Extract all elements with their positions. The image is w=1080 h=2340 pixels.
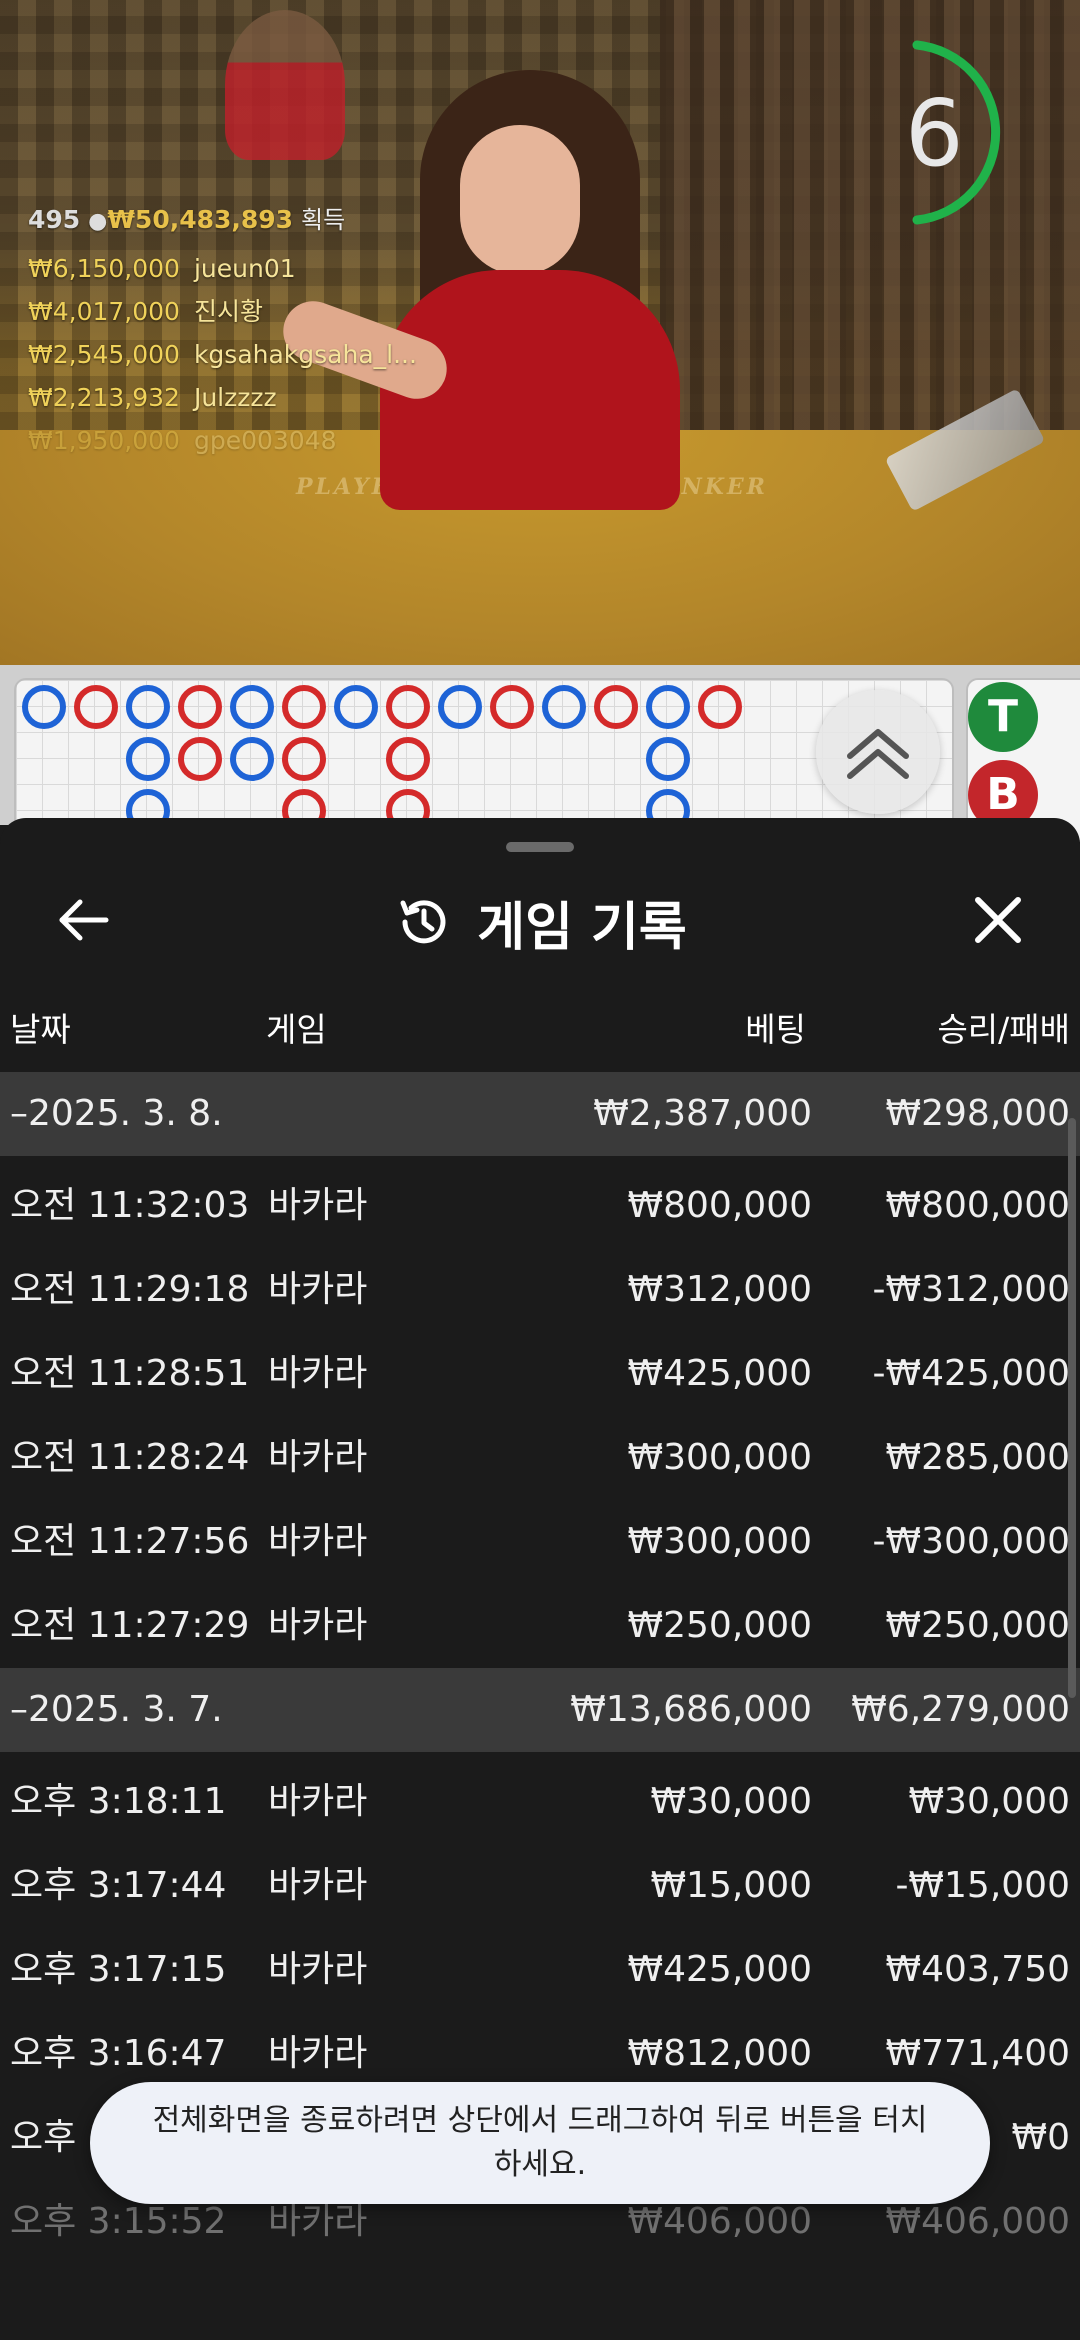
row-time: 오전 11:28:51 — [10, 1353, 250, 1394]
close-icon — [975, 897, 1021, 943]
row-game: 바카라 — [268, 1605, 368, 1646]
row-game: 바카라 — [268, 1353, 368, 1394]
winner-amount: ₩2,545,000 — [28, 340, 180, 369]
history-icon — [400, 900, 446, 944]
table-row[interactable]: 오전 11:28:24 바카라 ₩300,000 ₩285,000 — [0, 1416, 1080, 1500]
winner-row: ₩2,213,932 Julzzzz — [28, 376, 417, 419]
row-bet: ₩300,000 — [627, 1521, 812, 1562]
group-result-total: ₩298,000 — [885, 1093, 1070, 1134]
row-bet: ₩300,000 — [627, 1437, 812, 1478]
row-game: 바카라 — [268, 1521, 368, 1562]
row-bet: ₩800,000 — [627, 1185, 812, 1226]
expand-roadmap-button[interactable] — [816, 690, 940, 814]
row-game: 바카라 — [268, 1269, 368, 1310]
winner-name: gpe003048 — [193, 426, 337, 455]
row-result: ₩30,000 — [908, 1781, 1070, 1822]
row-result: -₩312,000 — [872, 1269, 1070, 1310]
row-bet: ₩425,000 — [627, 1949, 812, 1990]
row-result: -₩15,000 — [895, 1865, 1070, 1906]
winners-suffix: 획득 — [301, 206, 346, 234]
table-row[interactable]: 오전 11:27:29 바카라 ₩250,000 ₩250,000 — [0, 1584, 1080, 1668]
row-game: 바카라 — [268, 1185, 368, 1226]
table-row[interactable]: 오전 11:27:56 바카라 ₩300,000 -₩300,000 — [0, 1500, 1080, 1584]
row-bet: ₩250,000 — [627, 1605, 812, 1646]
row-time: 오후 — [10, 2117, 77, 2158]
row-result: ₩285,000 — [885, 1437, 1070, 1478]
close-button[interactable] — [966, 888, 1030, 952]
fullscreen-toast: 전체화면을 종료하려면 상단에서 드래그하여 뒤로 버튼을 터치하세요. — [90, 2082, 990, 2204]
group-bet-total: ₩2,387,000 — [593, 1093, 812, 1134]
tie-badge: T — [968, 682, 1038, 752]
winner-row: ₩6,150,000 jueun01 — [28, 247, 417, 290]
row-result: ₩403,750 — [885, 1949, 1070, 1990]
column-header-game[interactable]: 게임 — [266, 1002, 327, 1058]
winner-amount: ₩4,017,000 — [28, 297, 180, 326]
list-scrollbar[interactable] — [1068, 1118, 1076, 1698]
table-row[interactable]: 오후 3:17:15 바카라 ₩425,000 ₩403,750 — [0, 1928, 1080, 2012]
winner-name: 진시황 — [193, 297, 263, 326]
toast-message: 전체화면을 종료하려면 상단에서 드래그하여 뒤로 버튼을 터치하세요. — [152, 2103, 928, 2182]
row-result: -₩300,000 — [872, 1521, 1070, 1562]
group-date: –2025. 3. 8. — [10, 1093, 223, 1134]
background-dealer — [225, 10, 345, 160]
sheet-header: 게임 기록 — [0, 874, 1080, 970]
winner-name: jueun01 — [193, 254, 296, 283]
winner-row: ₩4,017,000 진시황 — [28, 290, 417, 333]
live-video: PLAYER BANKER 6 495 ●₩50,483,893 획득 ₩6,1… — [0, 0, 1080, 665]
column-header-bet[interactable]: 베팅 — [580, 1002, 806, 1058]
winners-count: 495 — [28, 205, 81, 234]
sheet-drag-handle[interactable] — [506, 842, 574, 852]
row-time: 오전 11:29:18 — [10, 1269, 250, 1310]
row-time: 오후 3:17:44 — [10, 1865, 227, 1906]
column-header-result[interactable]: 승리/패배 — [820, 1002, 1070, 1058]
group-date: –2025. 3. 7. — [10, 1689, 223, 1730]
row-bet: ₩425,000 — [627, 1353, 812, 1394]
winner-name: Julzzzz — [193, 383, 277, 412]
winner-amount: ₩2,213,932 — [28, 383, 180, 412]
row-result: ₩800,000 — [885, 1185, 1070, 1226]
chevron-double-up-icon — [847, 729, 909, 779]
table-row[interactable]: 오전 11:28:51 바카라 ₩425,000 -₩425,000 — [0, 1332, 1080, 1416]
winners-list: 495 ●₩50,483,893 획득 ₩6,150,000 jueun01 ₩4… — [28, 200, 417, 462]
table-row[interactable]: 오전 11:29:18 바카라 ₩312,000 -₩312,000 — [0, 1248, 1080, 1332]
row-bet: ₩312,000 — [627, 1269, 812, 1310]
table-row[interactable]: 오후 3:17:44 바카라 ₩15,000 -₩15,000 — [0, 1844, 1080, 1928]
winner-amount: ₩6,150,000 — [28, 254, 180, 283]
winner-name: kgsahakgsaha_l... — [193, 340, 417, 369]
bead-road-marks — [22, 685, 742, 833]
date-group-row[interactable]: –2025. 3. 8. ₩2,387,000 ₩298,000 — [0, 1072, 1080, 1156]
row-game: 바카라 — [268, 1865, 368, 1906]
row-game: 바카라 — [268, 1949, 368, 1990]
row-game: 바카라 — [268, 1437, 368, 1478]
row-time: 오후 3:17:15 — [10, 1949, 227, 1990]
row-time: 오전 11:27:29 — [10, 1605, 250, 1646]
date-group-row[interactable]: –2025. 3. 7. ₩13,686,000 ₩6,279,000 — [0, 1668, 1080, 1752]
row-result: ₩250,000 — [885, 1605, 1070, 1646]
winner-row: ₩2,545,000 kgsahakgsaha_l... — [28, 333, 417, 376]
column-header-date[interactable]: 날짜 — [10, 1002, 71, 1058]
row-time: 오전 11:28:24 — [10, 1437, 250, 1478]
row-result: -₩425,000 — [872, 1353, 1070, 1394]
table-row[interactable]: 오전 11:32:03 바카라 ₩800,000 ₩800,000 — [0, 1164, 1080, 1248]
winner-amount: ₩1,950,000 — [28, 426, 180, 455]
winner-row: ₩1,950,000 gpe003048 — [28, 419, 417, 462]
user-icon: ● — [88, 209, 108, 234]
row-time: 오전 11:32:03 — [10, 1185, 250, 1226]
row-time: 오후 3:18:11 — [10, 1781, 227, 1822]
group-result-total: ₩6,279,000 — [851, 1689, 1070, 1730]
countdown-number: 6 — [905, 80, 964, 187]
countdown-timer: 6 — [897, 40, 1037, 230]
sheet-title: 게임 기록 — [477, 897, 687, 958]
table-row[interactable]: 오후 3:18:11 바카라 ₩30,000 ₩30,000 — [0, 1760, 1080, 1844]
winners-total: ₩50,483,893 — [107, 205, 294, 234]
row-time: 오전 11:27:56 — [10, 1521, 250, 1562]
row-game: 바카라 — [268, 1781, 368, 1822]
winners-summary: 495 ●₩50,483,893 획득 — [28, 200, 417, 235]
row-bet: ₩30,000 — [650, 1781, 812, 1822]
group-bet-total: ₩13,686,000 — [570, 1689, 812, 1730]
row-bet: ₩15,000 — [650, 1865, 812, 1906]
